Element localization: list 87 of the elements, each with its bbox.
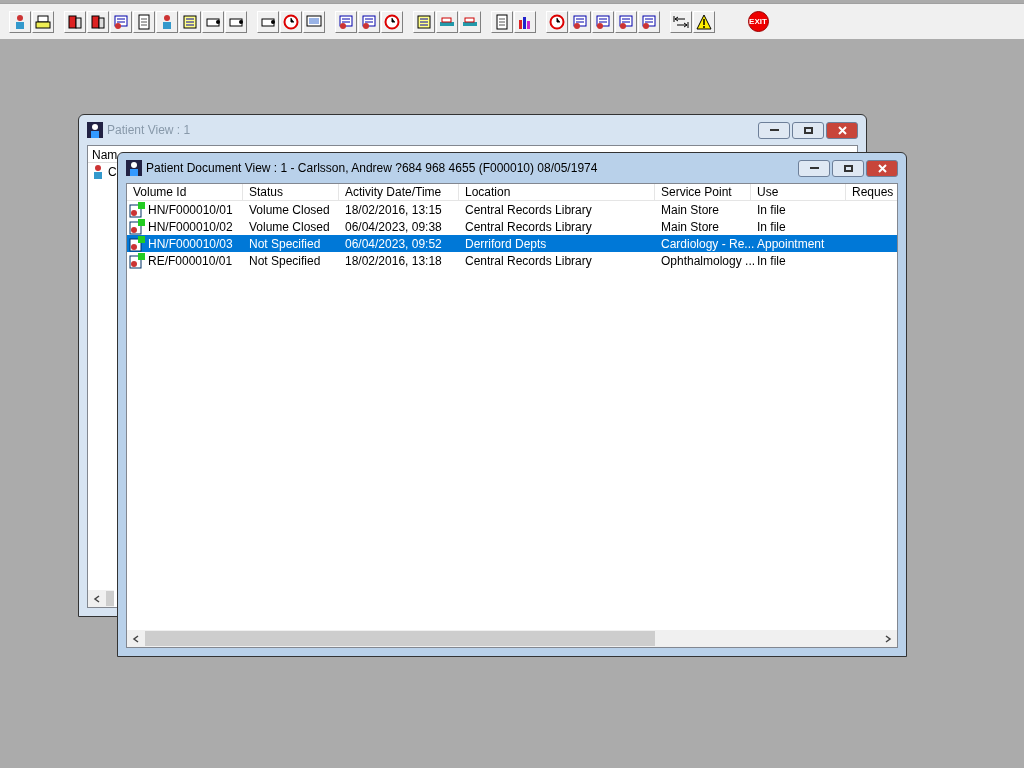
table-cell-text: Ophthalmology ... xyxy=(661,252,756,270)
maximize-button[interactable] xyxy=(792,121,824,139)
table-cell-text: Not Specified xyxy=(249,235,321,253)
table-cell-text: Derriford Depts xyxy=(465,235,547,253)
app-icon xyxy=(87,122,103,138)
document-icon xyxy=(129,252,145,269)
toolbar-button[interactable] xyxy=(257,10,279,33)
toolbar-button[interactable] xyxy=(693,10,715,33)
warning-icon xyxy=(696,13,712,30)
table-cell-text: Volume Closed xyxy=(249,201,330,219)
app-icon xyxy=(126,160,142,176)
column-header[interactable]: Status xyxy=(243,184,339,201)
document-icon xyxy=(129,201,145,218)
table-row[interactable]: RE/F000010/01 Not Specified 18/02/2016, 13:18 Central Records Library Ophthalmology ... In file xyxy=(127,252,897,269)
form-icon xyxy=(361,13,377,30)
document-icon xyxy=(136,13,152,30)
toolbar-button[interactable] xyxy=(202,10,224,33)
table-cell-text: Cardiology - Re... xyxy=(661,235,755,253)
close-icon xyxy=(837,125,847,135)
scroll-left-icon[interactable] xyxy=(132,634,140,643)
table-row[interactable]: HN/F000010/02 Volume Closed 06/04/2023, 09:38 Central Records Library Main Store In file xyxy=(127,218,897,235)
toolbar-button[interactable] xyxy=(32,10,54,33)
toolbar-button[interactable] xyxy=(670,10,692,33)
horizontal-scrollbar[interactable] xyxy=(127,630,897,647)
form-icon xyxy=(595,13,611,30)
document-icon xyxy=(494,13,510,30)
column-header[interactable]: Location xyxy=(459,184,655,201)
printer-icon xyxy=(35,13,51,30)
book-icon xyxy=(90,13,106,30)
table-cell-text: Central Records Library xyxy=(465,252,592,270)
table-cell-text: Appointment xyxy=(757,235,825,253)
toolbar-button[interactable] xyxy=(87,10,109,33)
column-header[interactable]: Service Point xyxy=(655,184,751,201)
table-cell-text: Central Records Library xyxy=(465,218,592,236)
clock-icon xyxy=(549,13,565,30)
note-icon xyxy=(416,13,432,30)
horizontal-scrollbar[interactable] xyxy=(88,590,114,607)
close-button[interactable] xyxy=(866,159,898,177)
table-cell-text: Volume Closed xyxy=(249,218,330,236)
screen-icon xyxy=(306,13,322,30)
exit-button[interactable]: EXIT xyxy=(747,10,769,33)
table-cell-text: Central Records Library xyxy=(465,201,592,219)
minimize-button[interactable] xyxy=(798,159,830,177)
document-icon xyxy=(129,235,145,252)
table-cell-text: C xyxy=(108,163,117,181)
close-icon xyxy=(877,163,887,173)
column-header[interactable]: Activity Date/Time xyxy=(339,184,459,201)
maximize-button[interactable] xyxy=(832,159,864,177)
table-cell-text: In file xyxy=(757,201,786,219)
table-row[interactable]: HN/F000010/03 Not Specified 06/04/2023, 09:52 Derriford Depts Cardiology - Re... Appointment xyxy=(127,235,897,252)
table-row[interactable]: HN/F000010/01 Volume Closed 18/02/2016, 13:15 Central Records Library Main Store In file xyxy=(127,201,897,218)
table-cell-text: HN/F000010/02 xyxy=(148,218,233,236)
arrows-icon xyxy=(673,13,689,30)
note-icon xyxy=(182,13,198,30)
table-cell-text: Not Specified xyxy=(249,252,321,270)
clock-icon xyxy=(384,13,400,30)
document-icon xyxy=(129,218,145,235)
table-cell-text: HN/F000010/01 xyxy=(148,201,233,219)
scroll-left-icon[interactable] xyxy=(93,594,101,603)
column-header[interactable]: Use xyxy=(751,184,846,201)
toolbar-button[interactable] xyxy=(64,10,86,33)
close-button[interactable] xyxy=(826,121,858,139)
table-cell-text: Main Store xyxy=(661,218,720,236)
table-cell-text: 06/04/2023, 09:38 xyxy=(345,218,442,236)
toolbar-button[interactable] xyxy=(514,10,536,33)
table-cell-text: In file xyxy=(757,252,786,270)
window-title: Patient Document View : 1 - Carlsson, Andrew ?684 968 4655 (F000010) 08/05/1974 xyxy=(146,160,599,177)
minimize-button[interactable] xyxy=(758,121,790,139)
form-icon xyxy=(572,13,588,30)
form-icon xyxy=(641,13,657,30)
table-cell-text: HN/F000010/03 xyxy=(148,235,233,253)
table-cell-text: In file xyxy=(757,218,786,236)
column-header[interactable]: Volume Id xyxy=(127,184,243,201)
form-icon xyxy=(618,13,634,30)
clock-icon xyxy=(283,13,299,30)
book-icon xyxy=(67,13,83,30)
column-header[interactable]: Reques xyxy=(846,184,897,201)
form-icon xyxy=(338,13,354,30)
scroll-right-icon[interactable] xyxy=(884,634,892,643)
toolbar-button[interactable] xyxy=(225,10,247,33)
window-title: Patient View : 1 xyxy=(107,122,192,139)
table-cell-text: 18/02/2016, 13:15 xyxy=(345,201,442,219)
form-icon xyxy=(113,13,129,30)
table-cell-text: 06/04/2023, 09:52 xyxy=(345,235,442,253)
table-cell-text: RE/F000010/01 xyxy=(148,252,233,270)
table-cell-text: Main Store xyxy=(661,201,720,219)
table-cell-text: 18/02/2016, 13:18 xyxy=(345,252,442,270)
